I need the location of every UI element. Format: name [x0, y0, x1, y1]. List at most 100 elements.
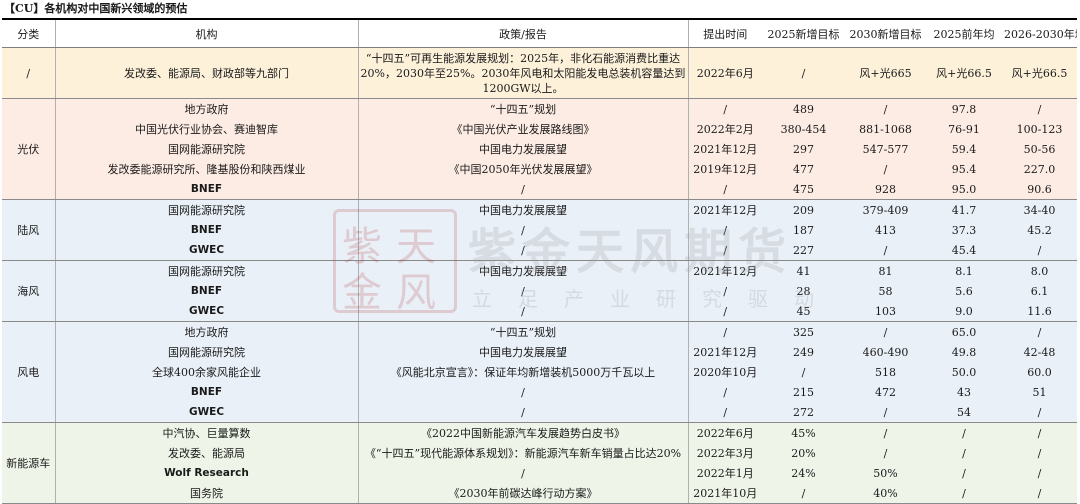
target-2030-cell: 928: [845, 179, 926, 200]
policy-cell: 《“十四五”现代能源体系规划》：新能源汽车新车销量占比达20%: [358, 443, 689, 463]
institution-cell: BNEF: [55, 220, 359, 240]
policy-cell: 中国电力发展展望: [358, 260, 689, 281]
policy-cell: 《中国光伏产业发展路线图》: [358, 119, 689, 139]
target-2025-cell: 477: [762, 159, 845, 179]
avg-2026-2030-cell: /: [1002, 321, 1077, 342]
avg-2026-2030-cell: /: [1002, 98, 1077, 119]
table-row: 陆风 国网能源研究院 中国电力发展展望 2021年12月 209 379-409 41.7 3…: [2, 199, 1077, 261]
policy-cell: 《中国2050年光伏发展展望》: [358, 159, 689, 179]
institution-cell: 发改委、能源局、财政部等九部门: [55, 47, 359, 99]
table-row: / 发改委、能源局、财政部等九部门 “十四五”可再生能源发展规划：2025年，非化石…: [2, 47, 1077, 99]
avg-2025-cell: /: [926, 443, 1002, 463]
avg-2026-2030-cell: 6.1: [1002, 281, 1077, 301]
avg-2026-2030-cell: /: [1002, 240, 1077, 261]
target-2025-cell: 45%: [762, 422, 845, 443]
time-cell: 2019年12月: [688, 159, 762, 179]
target-2030-cell: 881-1068: [845, 119, 926, 139]
policy-cell: 《2022中国新能源汽车发展趋势白皮书》: [358, 422, 689, 443]
avg-2026-2030-cell: 45.2: [1002, 220, 1077, 240]
target-2030-cell: 518: [845, 362, 926, 382]
policy-cell: “十四五”规划: [358, 321, 689, 342]
avg-2026-2030-cell: /: [1002, 443, 1077, 463]
target-2025-cell: 325: [762, 321, 845, 342]
time-cell: 2021年12月: [688, 260, 762, 281]
avg-2025-cell: 9.0: [926, 301, 1002, 322]
avg-2026-2030-cell: 风+光66.5: [1002, 47, 1077, 99]
time-cell: 2022年2月: [688, 119, 762, 139]
institution-cell: BNEF: [55, 281, 359, 301]
target-2030-cell: 81: [845, 260, 926, 281]
target-2025-cell: 489: [762, 98, 845, 119]
time-cell: 2021年12月: [688, 342, 762, 362]
target-2025-cell: 209: [762, 199, 845, 220]
target-2030-cell: /: [845, 240, 926, 261]
time-cell: /: [688, 321, 762, 342]
header-2025-target: 2025新增目标: [762, 18, 845, 48]
target-2025-cell: 380-454: [762, 119, 845, 139]
institution-cell: GWEC: [55, 240, 359, 261]
avg-2026-2030-cell: 90.6: [1002, 179, 1077, 200]
table-row: 国务院 《2030年前碳达峰行动方案》 2021年10月/40% / /: [2, 483, 1077, 504]
policy-cell: 《2030年前碳达峰行动方案》: [358, 483, 689, 504]
avg-2026-2030-cell: 227.0: [1002, 159, 1077, 179]
policy-cell: “十四五”规划: [358, 98, 689, 119]
target-2030-cell: 风+光665: [845, 47, 926, 99]
table-title: 【CU】各机构对中国新兴领域的预估: [4, 2, 188, 15]
time-cell: /: [688, 179, 762, 200]
target-2025-cell: 297: [762, 139, 845, 159]
time-cell: /: [688, 281, 762, 301]
category-cell: /: [2, 47, 56, 99]
avg-2025-cell: 95.4: [926, 159, 1002, 179]
target-2030-cell: 460-490: [845, 342, 926, 362]
policy-cell: /: [358, 301, 689, 322]
policy-cell: 《风能北京宣言》：保证年均新增装机5000万千瓦以上: [358, 362, 689, 382]
institution-cell: 中国光伏行业协会、赛迪智库: [55, 119, 359, 139]
header-2025-avg: 2025前年均: [926, 18, 1002, 48]
avg-2025-cell: 50.0: [926, 362, 1002, 382]
policy-cell: 中国电力发展展望: [358, 199, 689, 220]
avg-2026-2030-cell: /: [1002, 422, 1077, 443]
avg-2025-cell: /: [926, 422, 1002, 443]
target-2030-cell: 379-409: [845, 199, 926, 220]
table-row: BNEF //187 413 37.3 45.2: [2, 220, 1077, 240]
target-2025-cell: 24%: [762, 463, 845, 483]
time-cell: 2022年6月: [688, 47, 762, 99]
table-row: 光伏 地方政府 “十四五”规划/489/97.8/: [2, 98, 1077, 200]
table-row: 国网能源研究院 中国电力发展展望 2021年12月 297 547-577 59.4 50-…: [2, 139, 1077, 159]
table-row: GWEC //272/54/: [2, 402, 1077, 423]
target-2030-cell: 50%: [845, 463, 926, 483]
institution-cell: GWEC: [55, 301, 359, 322]
target-2025-cell: 227: [762, 240, 845, 261]
target-2030-cell: /: [845, 98, 926, 119]
institution-cell: BNEF: [55, 179, 359, 200]
target-2025-cell: 45: [762, 301, 845, 322]
policy-cell: /: [358, 220, 689, 240]
avg-2025-cell: 76-91: [926, 119, 1002, 139]
institution-cell: 发改委、能源局: [55, 443, 359, 463]
table-row: 海风 国网能源研究院 中国电力发展展望 2021年12月 41 81 8.1 8.0: [2, 260, 1077, 322]
avg-2026-2030-cell: /: [1002, 463, 1077, 483]
institution-cell: 全球400余家风能企业: [55, 362, 359, 382]
category-cell: 陆风: [2, 199, 56, 261]
institution-cell: BNEF: [55, 382, 359, 402]
header-policy: 政策/报告: [358, 18, 689, 48]
avg-2026-2030-cell: /: [1002, 402, 1077, 423]
table-row: 发改委能源研究所、隆基股份和陕西煤业 《中国2050年光伏发展展望》 2019年12…: [2, 159, 1077, 179]
table-row: 国网能源研究院 中国电力发展展望 2021年12月 249 460-490 49.8 42-…: [2, 342, 1077, 362]
table-row: 风电 地方政府 “十四五”规划/325/65.0/: [2, 321, 1077, 423]
time-cell: /: [688, 220, 762, 240]
policy-cell: /: [358, 463, 689, 483]
policy-cell: 中国电力发展展望: [358, 139, 689, 159]
target-2030-cell: 58: [845, 281, 926, 301]
time-cell: 2021年12月: [688, 199, 762, 220]
header-2026-2030-avg: 2026-2030年均: [1002, 18, 1077, 48]
table-row: 中国光伏行业协会、赛迪智库 《中国光伏产业发展路线图》 2022年2月 380-454…: [2, 119, 1077, 139]
table-row: BNEF //475 928 95.0 90.6: [2, 179, 1077, 200]
header-2030-target: 2030新增目标: [845, 18, 926, 48]
target-2030-cell: 413: [845, 220, 926, 240]
table-row: GWEC //227/45.4/: [2, 240, 1077, 261]
forecast-table: 分类 机构 政策/报告 提出时间 2025新增目标 2030新增目标 2025前…: [2, 18, 1077, 504]
avg-2026-2030-cell: 34-40: [1002, 199, 1077, 220]
avg-2025-cell: 41.7: [926, 199, 1002, 220]
target-2030-cell: /: [845, 422, 926, 443]
